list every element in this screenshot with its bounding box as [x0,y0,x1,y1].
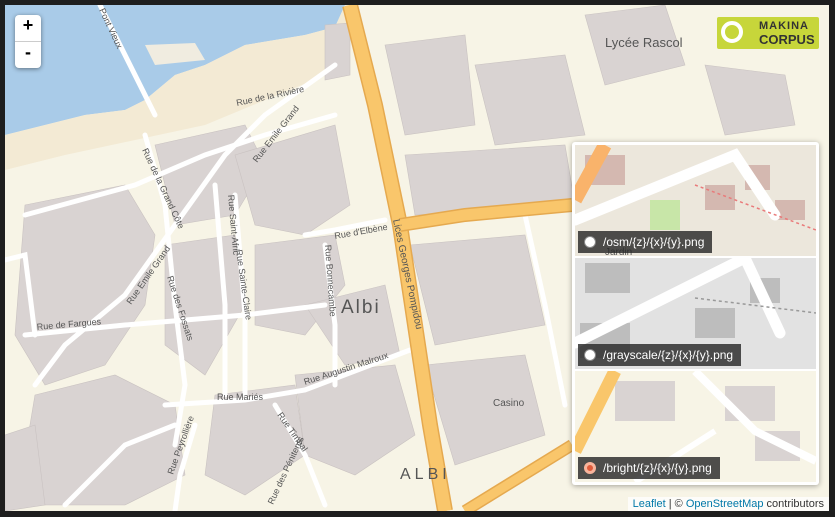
label-albi-center: Albi [341,297,381,318]
logo-ring-icon [721,21,743,43]
label-albi-town: ALBI [400,466,451,483]
map-frame: Lycée Rascol Albi ALBI Casino Pont Vieux… [0,0,835,517]
leaflet-link[interactable]: Leaflet [633,498,666,510]
logo-line2: CORPUS [759,32,815,47]
layer-option-osm[interactable]: Jardin /osm/{z}/{x}/{y}.png [575,145,816,256]
makina-corpus-logo: MAKINA CORPUS [717,17,819,49]
layer-radio-grayscale[interactable] [584,349,596,361]
layer-name-osm: /osm/{z}/{x}/{y}.png [603,235,705,249]
layer-option-grayscale[interactable]: /grayscale/{z}/{x}/{y}.png [575,258,816,369]
attribution-separator: | © [665,498,686,510]
logo-line1: MAKINA [759,20,809,32]
zoom-out-button[interactable]: - [15,41,41,68]
osm-link[interactable]: OpenStreetMap [686,498,764,510]
zoom-control: + - [15,15,41,68]
layer-name-bright: /bright/{z}/{x}/{y}.png [603,461,712,475]
layer-label-grayscale: /grayscale/{z}/{x}/{y}.png [578,344,742,366]
layer-name-grayscale: /grayscale/{z}/{x}/{y}.png [603,348,734,362]
layer-radio-osm[interactable] [584,236,596,248]
zoom-in-button[interactable]: + [15,15,41,41]
label-lycee: Lycée Rascol [605,35,683,50]
map-canvas[interactable]: Lycée Rascol Albi ALBI Casino Pont Vieux… [5,5,829,511]
attribution-suffix: contributors [763,498,824,510]
layer-label-bright: /bright/{z}/{x}/{y}.png [578,457,720,479]
layer-switcher: Jardin /osm/{z}/{x}/{y}.png /grayscale/{… [572,142,819,485]
layer-radio-bright[interactable] [584,462,596,474]
label-casino: Casino [493,398,525,409]
layer-option-bright[interactable]: /bright/{z}/{x}/{y}.png [575,371,816,482]
layer-label-osm: /osm/{z}/{x}/{y}.png [578,231,713,253]
street-maries: Rue Mariés [217,392,264,402]
map-attribution: Leaflet | © OpenStreetMap contributors [627,497,829,511]
